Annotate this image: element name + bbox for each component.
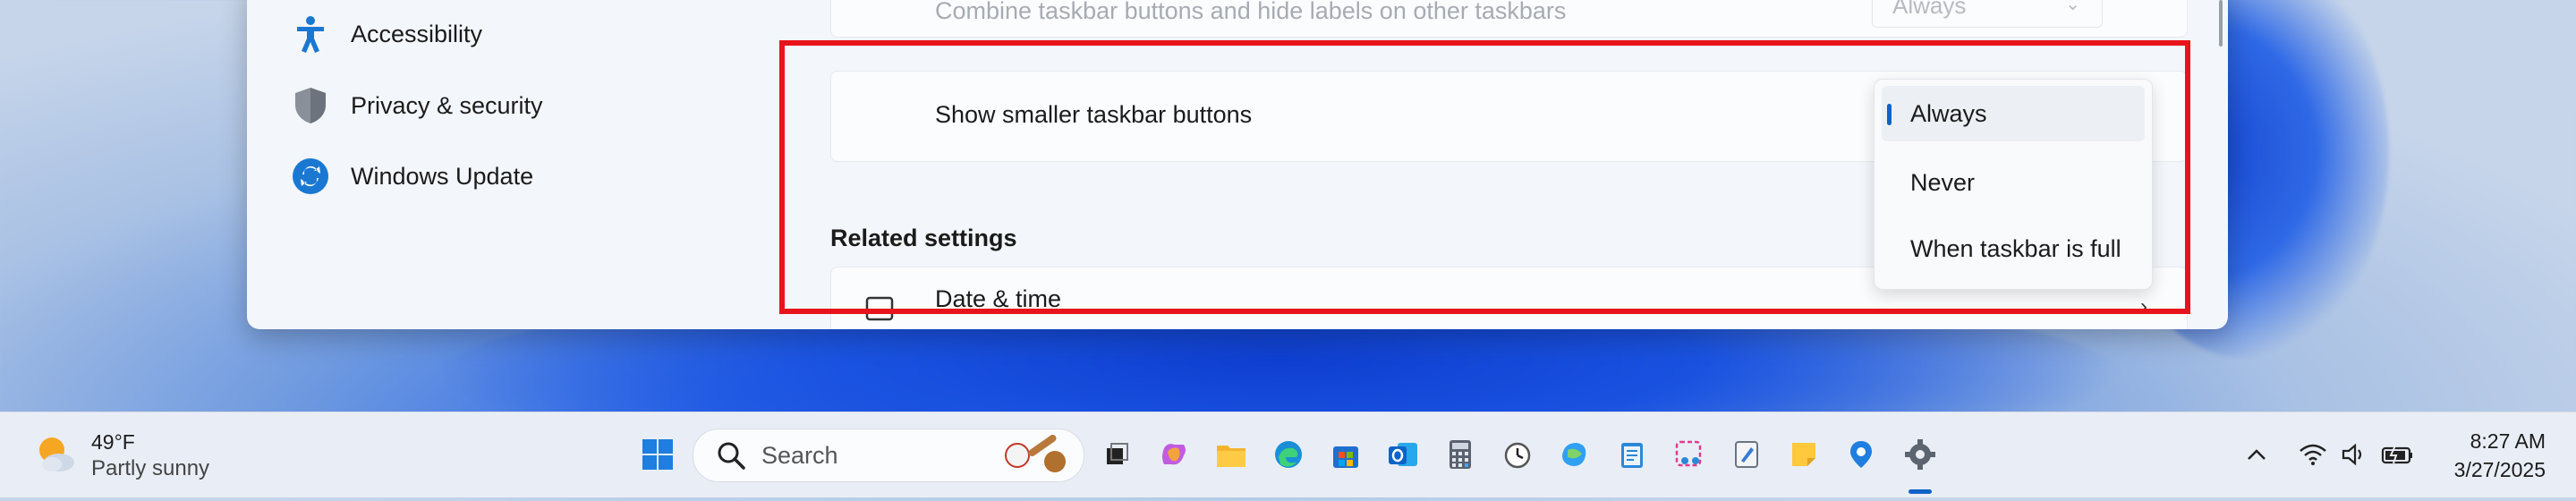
copilot-icon[interactable] bbox=[1155, 436, 1193, 473]
dropdown-option-always[interactable]: Always bbox=[1882, 86, 2145, 141]
clock-icon[interactable] bbox=[1499, 436, 1536, 473]
settings-icon[interactable] bbox=[1901, 436, 1939, 473]
search-box[interactable]: Search bbox=[693, 429, 1084, 482]
snipping-tool-icon[interactable] bbox=[1671, 436, 1708, 473]
nav-item-label: Windows Update bbox=[351, 162, 534, 190]
windows-update-icon bbox=[292, 157, 329, 195]
nav-item-label: Privacy & security bbox=[351, 91, 543, 119]
combine-other-label: Combine taskbar buttons and hide labels … bbox=[935, 0, 1567, 24]
photos-icon[interactable] bbox=[1556, 436, 1594, 473]
scrollbar[interactable] bbox=[2219, 0, 2223, 47]
option-label: Never bbox=[1910, 168, 1976, 196]
option-label: Always bbox=[1910, 99, 1987, 127]
chevron-down-icon: ⌄ bbox=[2065, 0, 2080, 14]
smaller-buttons-label: Show smaller taskbar buttons bbox=[935, 101, 1253, 128]
accessibility-icon bbox=[292, 15, 329, 53]
search-icon bbox=[713, 437, 749, 473]
clock-date: 3/27/2025 bbox=[2453, 458, 2546, 481]
calculator-icon[interactable] bbox=[1441, 436, 1479, 473]
combine-other-dropdown[interactable]: Always ⌄ bbox=[1872, 0, 2103, 28]
task-view-icon[interactable] bbox=[1098, 436, 1135, 473]
notepad-icon[interactable] bbox=[1613, 436, 1651, 473]
weather-temp: 49°F bbox=[91, 430, 135, 454]
clock-time: 8:27 AM bbox=[2470, 429, 2546, 453]
nav-item-accessibility[interactable]: Accessibility bbox=[292, 7, 482, 61]
taskbar: 49°F Partly sunny Search 8:27 AM 3/27/20… bbox=[0, 412, 2576, 497]
dropdown-option-never[interactable]: Never bbox=[1882, 155, 2145, 210]
file-explorer-icon[interactable] bbox=[1212, 436, 1250, 473]
volume-icon[interactable] bbox=[2339, 436, 2369, 473]
sticky-notes-icon[interactable] bbox=[1785, 436, 1823, 473]
calendar-clock-icon bbox=[865, 294, 896, 321]
nav-item-windows-update[interactable]: Windows Update bbox=[292, 149, 533, 203]
partly-sunny-icon bbox=[34, 432, 77, 480]
settings-nav: Accessibility Privacy & security Windows… bbox=[247, 0, 757, 329]
combine-other-value: Always bbox=[1892, 0, 1967, 19]
smaller-buttons-dropdown-menu: Always Never When taskbar is full bbox=[1874, 79, 2153, 290]
system-clock[interactable]: 8:27 AM 3/27/2025 bbox=[2454, 427, 2546, 484]
paint-icon[interactable] bbox=[1728, 436, 1765, 473]
selected-indicator bbox=[1887, 104, 1892, 125]
baseball-search-highlight-icon bbox=[999, 434, 1071, 480]
maps-icon[interactable] bbox=[1842, 436, 1880, 473]
weather-desc: Partly sunny bbox=[91, 456, 210, 480]
related-settings-title: Related settings bbox=[830, 225, 1017, 251]
option-label: When taskbar is full bbox=[1910, 234, 2121, 262]
shield-icon bbox=[292, 87, 329, 124]
start-icon[interactable] bbox=[639, 436, 676, 473]
search-placeholder: Search bbox=[761, 441, 838, 469]
weather-text: 49°F Partly sunny bbox=[91, 429, 209, 482]
outlook-icon[interactable] bbox=[1384, 436, 1422, 473]
wifi-icon[interactable] bbox=[2298, 436, 2328, 473]
nav-item-privacy-security[interactable]: Privacy & security bbox=[292, 79, 543, 132]
store-icon[interactable] bbox=[1327, 436, 1365, 473]
edge-icon[interactable] bbox=[1270, 436, 1307, 473]
combine-other-taskbars-card: Combine taskbar buttons and hide labels … bbox=[830, 0, 2188, 38]
chevron-up-icon[interactable] bbox=[2243, 436, 2270, 473]
battery-icon[interactable] bbox=[2380, 436, 2416, 473]
weather-widget[interactable]: 49°F Partly sunny bbox=[34, 429, 209, 482]
active-app-indicator bbox=[1909, 489, 1932, 494]
chevron-right-icon: › bbox=[2140, 294, 2147, 318]
date-time-label: Date & time bbox=[935, 285, 1062, 312]
dropdown-option-when-full[interactable]: When taskbar is full bbox=[1882, 221, 2145, 276]
nav-item-label: Accessibility bbox=[351, 20, 483, 47]
